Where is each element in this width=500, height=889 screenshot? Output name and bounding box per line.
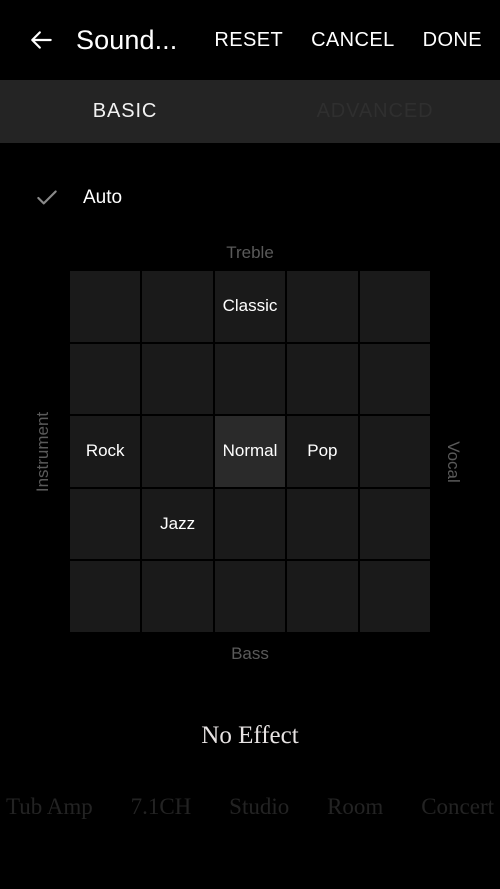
sound-matrix: Treble Instrument Vocal Bass Classic Rock… — [0, 238, 500, 668]
preset-concert[interactable]: Concert — [421, 794, 494, 820]
matrix-cell-jazz[interactable]: Jazz — [142, 488, 213, 560]
matrix-grid: Classic Rock Normal Pop Jazz — [70, 271, 430, 632]
auto-checkbox-row[interactable]: Auto — [0, 174, 500, 222]
matrix-cell[interactable] — [287, 343, 358, 415]
back-button[interactable] — [14, 12, 70, 68]
matrix-cell[interactable] — [142, 416, 213, 487]
matrix-cell-rock[interactable]: Rock — [70, 416, 141, 487]
matrix-cell[interactable] — [359, 416, 430, 487]
current-effect-label: No Effect — [201, 722, 299, 749]
matrix-cell[interactable] — [287, 561, 358, 632]
check-icon — [30, 181, 64, 215]
app-bar: Sound... RESET CANCEL DONE — [0, 0, 500, 80]
matrix-cell[interactable] — [214, 343, 286, 415]
back-arrow-icon — [29, 27, 55, 53]
cancel-button[interactable]: CANCEL — [297, 29, 409, 52]
matrix-cell[interactable] — [70, 271, 141, 342]
app-bar-actions: RESET CANCEL DONE — [200, 0, 500, 80]
matrix-cell[interactable] — [142, 271, 213, 342]
preset-room[interactable]: Room — [327, 794, 383, 820]
preset-tub-amp[interactable]: Tub Amp — [6, 794, 93, 820]
preset-studio[interactable]: Studio — [229, 794, 289, 820]
axis-label-treble: Treble — [226, 243, 274, 262]
tab-bar: BASIC ADVANCED — [0, 80, 500, 143]
matrix-cell[interactable] — [214, 561, 286, 632]
tab-basic[interactable]: BASIC — [0, 80, 250, 143]
matrix-cell[interactable] — [359, 561, 430, 632]
tab-advanced[interactable]: ADVANCED — [250, 80, 500, 143]
matrix-cell[interactable] — [214, 488, 286, 560]
matrix-cell[interactable] — [142, 561, 213, 632]
page-title: Sound... — [76, 24, 178, 55]
reset-button[interactable]: RESET — [200, 29, 297, 52]
preset-7-1ch[interactable]: 7.1CH — [131, 794, 192, 820]
effect-preset-row: Tub Amp 7.1CH Studio Room Concert — [0, 789, 500, 825]
matrix-cell[interactable] — [287, 271, 358, 342]
matrix-cell-normal[interactable]: Normal — [214, 416, 286, 487]
matrix-cell[interactable] — [287, 488, 358, 560]
axis-label-bass: Bass — [231, 644, 269, 663]
auto-label: Auto — [83, 187, 123, 208]
axis-label-vocal: Vocal — [444, 441, 463, 483]
matrix-cell[interactable] — [142, 343, 213, 415]
matrix-cell[interactable] — [70, 343, 141, 415]
matrix-cell-classic[interactable]: Classic — [214, 271, 286, 342]
matrix-cell[interactable] — [359, 488, 430, 560]
axis-label-instrument: Instrument — [33, 411, 52, 493]
done-button[interactable]: DONE — [409, 29, 500, 52]
matrix-cell-pop[interactable]: Pop — [287, 416, 358, 487]
matrix-cell[interactable] — [70, 561, 141, 632]
matrix-cell[interactable] — [70, 488, 141, 560]
matrix-cell[interactable] — [359, 271, 430, 342]
matrix-cell[interactable] — [359, 343, 430, 415]
